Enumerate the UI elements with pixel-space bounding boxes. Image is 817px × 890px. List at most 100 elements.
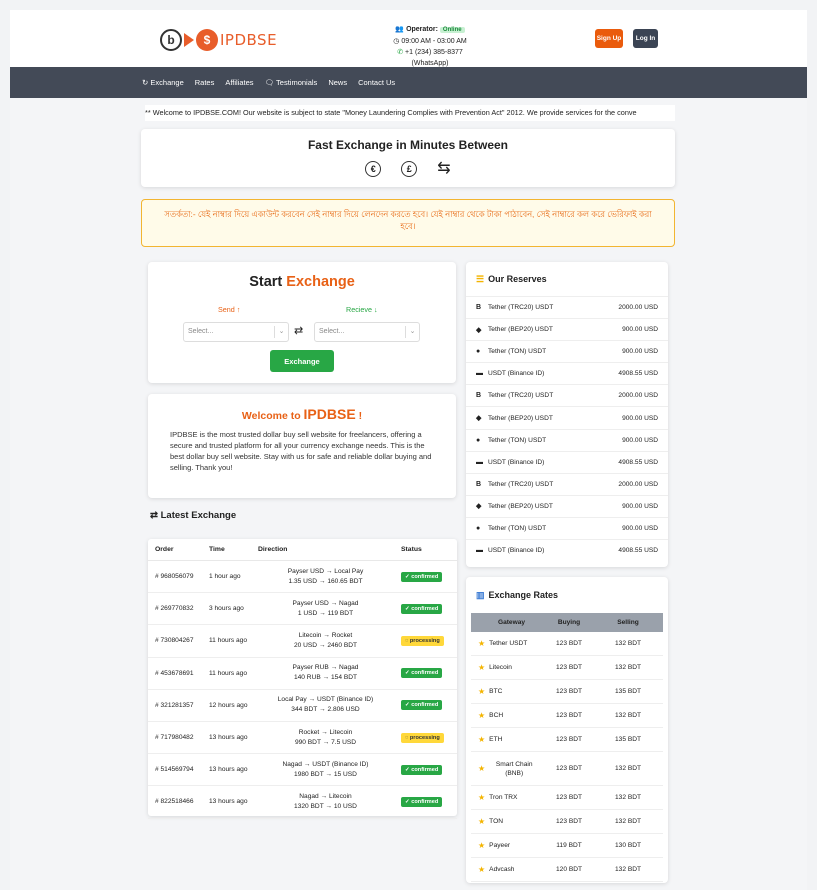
status-badge: ✓ confirmed <box>401 571 443 582</box>
rate-gateway: ★ TON <box>471 817 545 826</box>
order-id: # 717980482 <box>155 734 194 742</box>
order-status: ✓ confirmed <box>393 700 453 711</box>
direction-gateways: Payser USD → Local Pay <box>287 567 364 575</box>
nav-item-affiliates[interactable]: Affiliates <box>225 78 253 87</box>
reserve-row: ● Tether (TON) USDT 900.00 USD <box>466 340 668 362</box>
rate-gateway: ★ Smart Chain (BNB) <box>471 760 545 778</box>
operator-phone[interactable]: +1 (234) 385-8377 (WhatsApp) <box>405 49 463 67</box>
nav-item-label: Testimonials <box>276 78 318 87</box>
rate-buying: 123 BDT <box>555 640 583 647</box>
rate-gateway: ★ BCH <box>471 711 545 720</box>
site-logo[interactable]: b $ IPDBSE <box>160 28 277 52</box>
direction-gateways: Payser USD → Nagad <box>292 599 359 607</box>
receive-select[interactable]: Select... ⌄ <box>314 322 420 342</box>
direction-amounts: 990 BDT → 7.5 USD <box>294 738 357 746</box>
status-text: confirmed <box>411 605 439 612</box>
warning-notice: সতর্কতা:- যেই নাম্বার দিয়ে একাউন্ট করবে… <box>141 199 675 247</box>
direction-amounts: 1 USD → 119 BDT <box>297 609 354 617</box>
col-buying: Buying <box>557 619 581 626</box>
reserve-amount: 2000.00 USD <box>618 480 658 488</box>
reserve-amount: 900.00 USD <box>622 502 658 510</box>
start-exchange-card: Start Exchange Send ↑ Recieve ↓ Select..… <box>148 262 456 383</box>
gateway-name: Tron TRX <box>489 794 518 801</box>
table-row: # 321281357 12 hours ago Local Pay → USDT … <box>148 690 457 722</box>
direction-amounts: 1.35 USD → 160.65 BDT <box>288 577 363 585</box>
nav-item-exchange[interactable]: ↻ Exchange <box>142 78 184 87</box>
reserve-amount: 4908.55 USD <box>618 370 658 378</box>
order-id: # 730804267 <box>155 637 194 645</box>
order-time: 13 hours ago <box>209 734 248 742</box>
gateway-name: TON <box>489 818 503 825</box>
currency-icon: ▬ <box>476 458 483 466</box>
status-badge: ✓ confirmed <box>401 668 443 679</box>
nav-item-news[interactable]: News <box>328 78 347 87</box>
status-text: confirmed <box>411 702 439 709</box>
rate-gateway: ★ Litecoin <box>471 663 545 672</box>
logo-b-icon: b <box>160 29 182 51</box>
reserve-row: ▬ USDT (Binance ID) 4908.55 USD <box>466 362 668 384</box>
reserve-row: B Tether (TRC20) USDT 2000.00 USD <box>466 296 668 318</box>
rate-selling: 132 BDT <box>614 765 642 772</box>
order-status: ✓ confirmed <box>393 764 453 775</box>
send-select[interactable]: Select... ⌄ <box>183 322 289 342</box>
logo-text: IPDBSE <box>220 31 278 49</box>
reserve-name: USDT (Binance ID) <box>488 547 545 555</box>
order-direction: Payser RUB → Nagad 140 RUB → 154 BDT <box>258 663 393 683</box>
table-row: # 453678691 11 hours ago Payser RUB → Naga… <box>148 658 457 690</box>
reserves-heading: ☰ Our Reserves <box>466 262 668 296</box>
rate-buying: 120 BDT <box>555 866 583 873</box>
login-button[interactable]: Log In <box>633 29 658 48</box>
rates-table-header: Gateway Buying Selling <box>471 613 663 632</box>
exchange-button[interactable]: Exchange <box>270 350 334 372</box>
currency-icon: ▬ <box>476 370 483 378</box>
reserve-name: USDT (Binance ID) <box>488 458 545 466</box>
order-id: # 321281357 <box>155 701 194 709</box>
nav-item-contact[interactable]: Contact Us <box>358 78 395 87</box>
order-time: 13 hours ago <box>209 766 248 774</box>
nav-item-label: Exchange <box>150 78 184 87</box>
title-part: Start <box>249 274 283 290</box>
reserve-amount: 900.00 USD <box>622 414 658 422</box>
nav-item-testimonials[interactable]: 🗨 Testimonials <box>265 78 318 87</box>
operator-hours: 09:00 AM - 03:00 AM <box>401 38 467 45</box>
gateway-name: Tether USDT <box>489 640 528 647</box>
send-label: Send ↑ <box>218 305 241 314</box>
rate-selling: 130 BDT <box>614 842 642 849</box>
gateway-name: ETH <box>489 736 503 743</box>
rate-row: ★ Advcash 120 BDT 132 BDT <box>471 858 663 882</box>
receive-select-placeholder: Select... <box>319 328 345 335</box>
rate-gateway: ★ ETH <box>471 735 545 744</box>
direction-amounts: 20 USD → 2460 BDT <box>293 641 358 649</box>
reserve-amount: 900.00 USD <box>622 436 658 444</box>
status-text: confirmed <box>411 798 439 805</box>
reserve-amount: 2000.00 USD <box>618 304 658 312</box>
online-badge: Online <box>439 27 465 33</box>
pound-icon: £ <box>401 161 418 177</box>
rate-buying: 123 BDT <box>555 794 583 801</box>
rate-buying: 123 BDT <box>555 736 583 743</box>
welcome-text: IPDBSE is the most trusted dollar buy se… <box>170 430 432 472</box>
order-status: ✓ confirmed <box>393 668 453 679</box>
status-text: processing <box>409 734 440 741</box>
currency-icons: € £ ⇆ <box>141 161 675 177</box>
currency-icon: ◆ <box>476 415 482 423</box>
reserve-row: ◆ Tether (BEP20) USDT 900.00 USD <box>466 494 668 517</box>
reserve-amount: 4908.55 USD <box>618 458 658 466</box>
rate-selling: 132 BDT <box>614 794 642 801</box>
reserve-row: B Tether (TRC20) USDT 2000.00 USD <box>466 384 668 406</box>
rate-row: ★ BCH 123 BDT 132 BDT <box>471 704 663 728</box>
signup-button[interactable]: Sign Up <box>595 29 623 48</box>
rate-selling: 135 BDT <box>614 688 642 695</box>
send-select-placeholder: Select... <box>188 328 214 335</box>
swap-icon[interactable]: ⇄ <box>294 324 303 337</box>
rate-selling: 132 BDT <box>614 664 642 671</box>
status-badge: ◌ processing <box>401 635 444 646</box>
star-icon: ★ <box>478 865 486 874</box>
direction-gateways: Local Pay → USDT (Binance ID) <box>277 696 374 704</box>
nav-item-rates[interactable]: Rates <box>195 78 215 87</box>
table-header: Order Time Direction Status <box>148 539 457 561</box>
refresh-icon: ↻ <box>142 78 149 87</box>
direction-gateways: Payser RUB → Nagad <box>292 664 359 672</box>
col-direction: Direction <box>258 545 288 553</box>
exchange-arrows-icon: ⇄ <box>150 510 158 521</box>
